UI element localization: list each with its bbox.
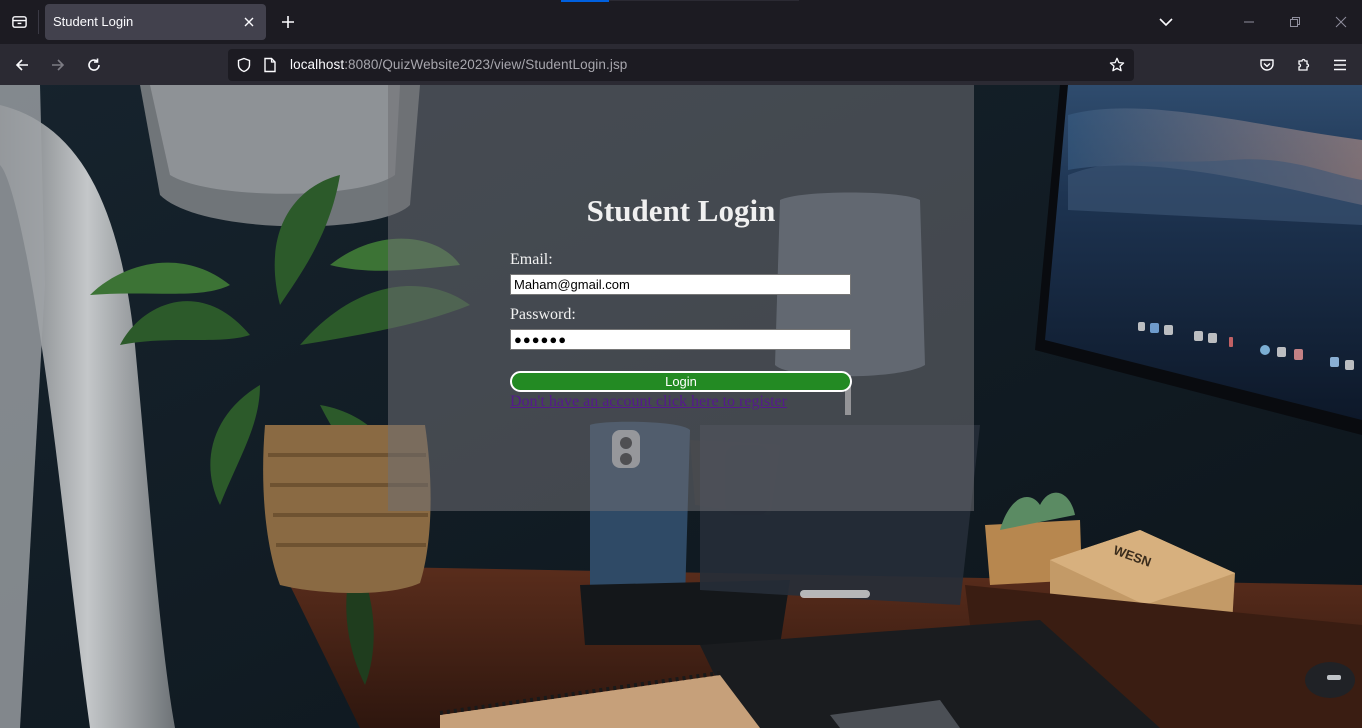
extensions-icon — [1298, 58, 1310, 71]
page-icon — [264, 57, 276, 73]
close-tab-button[interactable] — [240, 13, 258, 31]
close-window-button[interactable] — [1327, 8, 1355, 36]
minimize-icon — [1244, 21, 1254, 23]
pocket-icon — [1260, 59, 1274, 71]
email-label: Email: — [510, 251, 553, 268]
navigation-toolbar: localhost:8080/QuizWebsite2023/view/Stud… — [0, 44, 1362, 85]
pocket-button[interactable] — [1252, 50, 1282, 80]
bookmark-button[interactable] — [1108, 56, 1126, 74]
page-viewport: WESN Student Login Email: Maham@gmail.co… — [0, 85, 1362, 728]
tab-title: Student Login — [53, 14, 134, 29]
menu-icon — [1334, 59, 1346, 71]
restore-button[interactable] — [1281, 8, 1309, 36]
tab-separator — [38, 10, 39, 34]
tab-strip: Student Login — [0, 0, 1362, 44]
password-label: Password: — [510, 306, 576, 323]
url-host: localhost — [290, 57, 345, 72]
tab-strip-line — [609, 0, 799, 1]
reload-icon — [88, 58, 100, 71]
login-panel: Student Login Email: Maham@gmail.com Pas… — [388, 85, 974, 511]
app-menu-button[interactable] — [1325, 50, 1355, 80]
shield-icon — [237, 57, 251, 73]
close-window-icon — [1335, 16, 1347, 28]
chevron-down-icon — [1159, 18, 1173, 27]
minimize-button[interactable] — [1235, 8, 1263, 36]
email-field[interactable]: Maham@gmail.com — [510, 274, 851, 295]
star-icon — [1109, 57, 1125, 72]
forward-button[interactable] — [43, 50, 73, 80]
extensions-button[interactable] — [1289, 50, 1319, 80]
tab-loading-indicator — [561, 0, 609, 2]
new-tab-icon — [282, 16, 294, 28]
tab-list-button[interactable] — [4, 5, 34, 37]
back-icon — [15, 59, 28, 71]
password-field[interactable]: ●●●●●● — [510, 329, 851, 350]
site-info-button[interactable] — [261, 56, 279, 74]
register-link[interactable]: Don't have an account click here to regi… — [510, 393, 787, 411]
url-text[interactable]: localhost:8080/QuizWebsite2023/view/Stud… — [290, 57, 627, 72]
tab-student-login[interactable]: Student Login — [45, 4, 266, 40]
page-title: Student Login — [586, 193, 776, 228]
tracking-protection-button[interactable] — [235, 56, 253, 74]
reload-button[interactable] — [79, 50, 109, 80]
list-all-tabs-button[interactable] — [1152, 8, 1180, 36]
new-tab-button[interactable] — [275, 8, 301, 36]
url-path: :8080/QuizWebsite2023/view/StudentLogin.… — [344, 57, 628, 72]
back-button[interactable] — [7, 50, 37, 80]
forward-icon — [52, 59, 65, 71]
close-tab-icon — [244, 17, 254, 27]
address-bar[interactable]: localhost:8080/QuizWebsite2023/view/Stud… — [228, 49, 1134, 81]
login-button[interactable]: Login — [510, 371, 852, 392]
restore-icon — [1290, 17, 1300, 27]
tab-list-icon — [11, 15, 27, 28]
